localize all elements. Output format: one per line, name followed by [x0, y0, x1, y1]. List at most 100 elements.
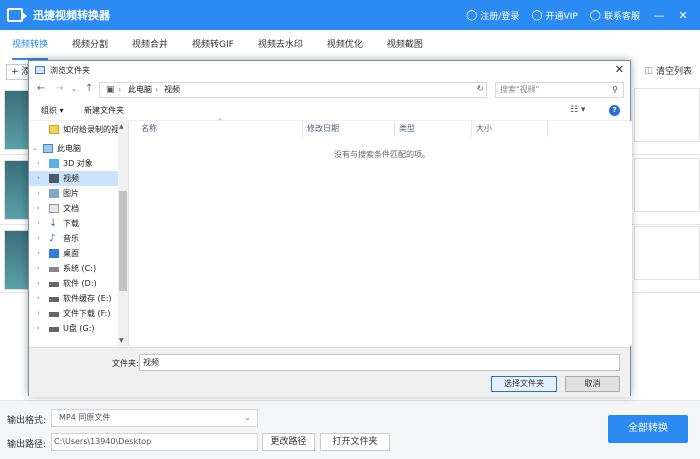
clear-list-button[interactable]: ◫ 清空列表 — [644, 64, 692, 78]
documents-icon — [49, 204, 59, 213]
column-name[interactable]: 名称 — [141, 121, 157, 137]
vip-link[interactable]: ◯ 开通VIP — [531, 9, 577, 22]
tree-item-drive-d[interactable]: › 软件 (D:) — [29, 276, 128, 291]
vip-icon: ◯ — [531, 9, 543, 21]
tab-video-split[interactable]: 视频分割 — [72, 30, 108, 60]
convert-all-button[interactable]: 全部转换 — [608, 415, 688, 443]
login-link[interactable]: ◯ 注册/登录 — [466, 9, 519, 22]
open-folder-button[interactable]: 打开文件夹 — [320, 433, 390, 451]
output-format-select[interactable]: MP4 同原文件 ⌄ — [51, 409, 258, 427]
tab-video-convert[interactable]: 视频转换 — [12, 30, 49, 60]
scroll-up-icon[interactable]: ▲ — [119, 123, 124, 130]
address-bar[interactable]: ▣ › 此电脑 › 视频 — [99, 82, 487, 98]
tree-item-pictures[interactable]: › 图片 — [29, 186, 128, 201]
search-placeholder: 搜索"视频" — [500, 85, 540, 94]
view-options-icon[interactable]: ☷ ▾ — [570, 105, 585, 115]
chevron-right-icon[interactable]: › — [37, 156, 40, 171]
select-folder-button[interactable]: 选择文件夹 — [491, 376, 557, 392]
column-size[interactable]: 大小 — [476, 121, 492, 137]
chevron-right-icon[interactable]: › — [37, 276, 40, 291]
sort-caret-icon: ^ — [217, 118, 223, 126]
chevron-right-icon[interactable]: › — [37, 201, 40, 216]
tree-item-folder[interactable]: 如何给录制的视 — [29, 122, 128, 137]
tree-item-3d-objects[interactable]: › 3D 对象 — [29, 156, 128, 171]
breadcrumb-root[interactable]: 此电脑 — [128, 83, 152, 97]
scrollbar-thumb[interactable] — [119, 191, 127, 291]
tab-video-optimize[interactable]: 视频优化 — [327, 30, 363, 60]
tab-video-screenshot[interactable]: 视频截图 — [387, 30, 423, 60]
tree-item-music[interactable]: › ♪ 音乐 — [29, 231, 128, 246]
tree-item-drive-e[interactable]: › 软件缓存 (E:) — [29, 291, 128, 306]
videos-icon — [49, 174, 59, 183]
recent-dropdown-icon[interactable]: ⌄ — [71, 85, 77, 93]
tree-item-drive-f[interactable]: › 文件下载 (F:) — [29, 306, 128, 321]
search-icon: ⚲ — [612, 85, 618, 94]
column-separator[interactable] — [394, 121, 395, 137]
tree-item-desktop[interactable]: › 桌面 — [29, 246, 128, 261]
column-separator[interactable] — [547, 121, 548, 137]
tab-video-watermark[interactable]: 视频去水印 — [258, 30, 303, 60]
tree-item-videos[interactable]: › 视频 — [29, 171, 128, 186]
tree-scrollbar[interactable]: ▲ ▼ — [118, 121, 128, 346]
file-action-card — [634, 226, 700, 280]
tree-item-this-pc[interactable]: ⌄ 此电脑 — [29, 141, 128, 156]
user-icon: ◯ — [466, 9, 478, 21]
dialog-title: 浏览文件夹 — [50, 65, 90, 75]
organize-menu[interactable]: 组织 ▾ — [41, 105, 64, 116]
folder-window-icon — [35, 66, 45, 74]
music-icon: ♪ — [49, 233, 56, 244]
file-action-card — [634, 88, 700, 142]
chevron-down-icon[interactable]: ⌄ — [32, 141, 38, 156]
breadcrumb-separator: › — [118, 85, 122, 94]
navigation-tree: 如何给录制的视 ⌄ 此电脑 › 3D 对象 › 视频 › 图片 › 文档 › ↓… — [29, 121, 128, 346]
chevron-right-icon[interactable]: › — [37, 291, 40, 306]
column-separator[interactable] — [302, 121, 303, 137]
app-logo-icon — [7, 8, 27, 22]
help-icon[interactable]: ? — [609, 105, 620, 116]
back-icon[interactable]: ← — [37, 83, 45, 94]
minimize-icon[interactable]: — — [652, 9, 666, 22]
output-path-field[interactable]: C:\Users\13940\Desktop — [51, 433, 258, 451]
drive-icon — [49, 297, 59, 302]
tree-item-documents[interactable]: › 文档 — [29, 201, 128, 216]
chevron-right-icon[interactable]: › — [37, 231, 40, 246]
empty-message: 没有与搜索条件匹配的项。 — [334, 150, 430, 159]
tree-item-downloads[interactable]: › ↓ 下载 — [29, 216, 128, 231]
chevron-right-icon[interactable]: › — [37, 246, 40, 261]
column-separator[interactable] — [471, 121, 472, 137]
dialog-footer: 文件夹: 视频 选择文件夹 取消 — [29, 347, 630, 397]
column-type[interactable]: 类型 — [399, 121, 415, 137]
service-label: 联系客服 — [603, 11, 640, 22]
service-link[interactable]: ◯ 联系客服 — [590, 9, 640, 22]
breadcrumb-current[interactable]: 视频 — [164, 83, 180, 97]
column-date[interactable]: 修改日期 — [307, 121, 339, 137]
new-folder-button[interactable]: 新建文件夹 — [84, 105, 124, 116]
command-bar: 组织 ▾ 新建文件夹 ☷ ▾ ? — [29, 101, 630, 121]
chevron-right-icon[interactable]: › — [37, 216, 40, 231]
search-input[interactable]: 搜索"视频" ⚲ — [495, 82, 624, 98]
tree-item-drive-c[interactable]: › 系统 (C:) — [29, 261, 128, 276]
login-label: 注册/登录 — [480, 11, 520, 22]
computer-icon: ▣ — [106, 85, 115, 95]
chevron-right-icon[interactable]: › — [37, 261, 40, 276]
tab-video-gif[interactable]: 视频转GIF — [192, 30, 234, 60]
app-title: 迅捷视频转换器 — [33, 9, 110, 22]
folder-name-field[interactable]: 视频 — [139, 354, 620, 371]
chevron-right-icon[interactable]: › — [37, 306, 40, 321]
dialog-close-icon[interactable]: ✕ — [615, 63, 624, 76]
chevron-right-icon[interactable]: › — [37, 186, 40, 201]
up-icon[interactable]: ↑ — [85, 83, 93, 94]
chevron-right-icon[interactable]: › — [37, 171, 40, 186]
change-path-button[interactable]: 更改路径 — [262, 433, 315, 451]
address-row: ← → ⌄ ↑ ▣ › 此电脑 › 视频 ⌄ ↻ 搜索"视频" ⚲ — [29, 79, 630, 101]
cancel-button[interactable]: 取消 — [565, 376, 620, 392]
tab-video-merge[interactable]: 视频合并 — [132, 30, 168, 60]
forward-icon[interactable]: → — [55, 83, 63, 94]
tree-item-drive-g[interactable]: › U盘 (G:) — [29, 321, 128, 336]
chevron-right-icon[interactable]: › — [37, 321, 40, 336]
app-title-bar: 迅捷视频转换器 ◯ 注册/登录 ◯ 开通VIP ◯ 联系客服 — ✕ — [0, 0, 700, 30]
scroll-down-icon[interactable]: ▼ — [119, 337, 124, 344]
close-icon[interactable]: ✕ — [676, 9, 690, 22]
breadcrumb-separator: › — [155, 85, 159, 94]
refresh-icon[interactable]: ↻ — [477, 84, 484, 93]
